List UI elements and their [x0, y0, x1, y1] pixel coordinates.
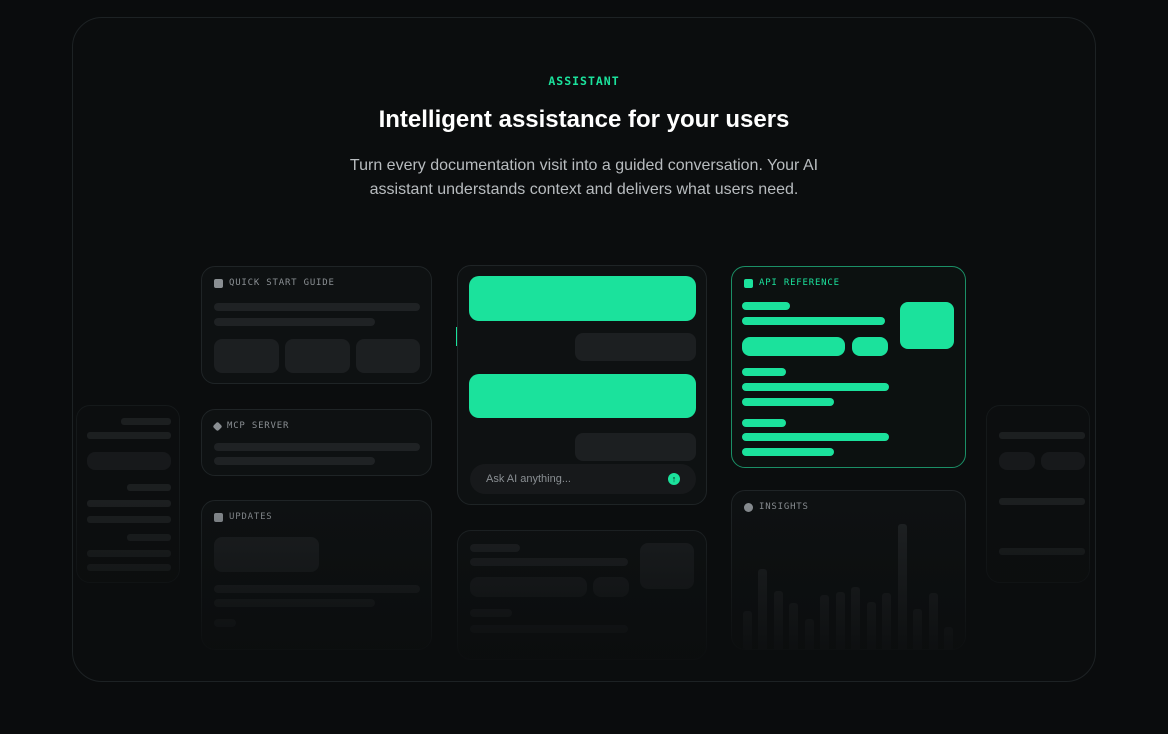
card-title: UPDATES [229, 512, 273, 522]
assistant-message-bubble [469, 374, 696, 418]
updates-card[interactable]: UPDATES [201, 500, 432, 650]
ghost-card-center [457, 530, 707, 660]
pie-chart-icon [744, 502, 753, 512]
code-icon [744, 278, 753, 288]
quick-start-card[interactable]: QUICK START GUIDE [201, 266, 432, 384]
user-message-bubble [575, 433, 696, 461]
insights-card[interactable]: INSIGHTS [731, 490, 966, 650]
assistant-message-bubble [469, 276, 696, 321]
chat-card: Ask AI anything... ↑ [457, 265, 707, 505]
section-title: Intelligent assistance for your users [378, 106, 790, 133]
ghost-card-left [76, 405, 180, 583]
section-subtitle: Turn every documentation visit into a gu… [349, 157, 819, 198]
text-cursor [456, 327, 457, 346]
plug-icon [212, 421, 223, 431]
mcp-server-card[interactable]: MCP SERVER [201, 409, 432, 476]
ghost-card-right [986, 405, 1090, 583]
newspaper-icon [214, 512, 223, 522]
api-reference-card[interactable]: API REFERENCE [731, 266, 966, 468]
book-icon [214, 278, 223, 288]
chat-input-placeholder: Ask AI anything... [486, 473, 571, 485]
card-title: API REFERENCE [759, 278, 840, 288]
section-eyebrow: ASSISTANT [548, 74, 620, 88]
user-message-bubble [575, 333, 696, 361]
arrow-up-icon[interactable]: ↑ [668, 473, 680, 485]
card-title: MCP SERVER [227, 421, 290, 431]
card-title: INSIGHTS [759, 502, 809, 512]
card-title: QUICK START GUIDE [229, 278, 335, 288]
chat-input[interactable]: Ask AI anything... ↑ [470, 464, 696, 494]
